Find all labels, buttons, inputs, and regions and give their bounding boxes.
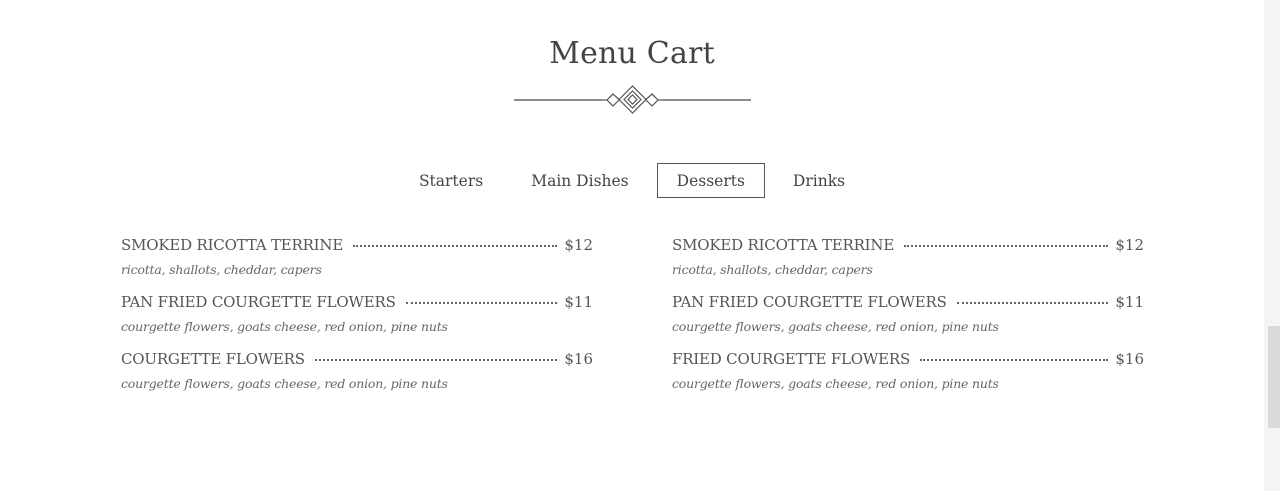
dotted-leader (353, 245, 558, 247)
ornamental-divider-icon (514, 85, 751, 114)
scrollbar[interactable] (1264, 0, 1280, 491)
page-title: Menu Cart (549, 36, 715, 71)
dotted-leader (920, 359, 1109, 361)
dotted-leader (405, 302, 558, 304)
menu-item: SMOKED RICOTTA TERRINE $12 ricotta, shal… (121, 236, 593, 293)
menu-item-name: PAN FRIED COURGETTE FLOWERS (672, 293, 947, 311)
menu-item-description: courgette flowers, goats cheese, red oni… (121, 376, 448, 391)
menu-item: COURGETTE FLOWERS $16 courgette flowers,… (121, 350, 593, 407)
menu-item-name: SMOKED RICOTTA TERRINE (672, 236, 895, 254)
menu-item-name: COURGETTE FLOWERS (121, 350, 305, 368)
menu-item-price: $12 (1115, 236, 1144, 254)
menu-item-price: $11 (564, 293, 593, 311)
tab-desserts[interactable]: Desserts (656, 163, 765, 198)
dotted-leader (956, 302, 1109, 304)
tab-main-dishes[interactable]: Main Dishes (511, 163, 648, 198)
menu-item-price: $12 (564, 236, 593, 254)
menu-item-description: ricotta, shallots, cheddar, capers (672, 262, 873, 277)
menu-item-price: $16 (564, 350, 593, 368)
menu-item-description: courgette flowers, goats cheese, red oni… (672, 376, 999, 391)
menu-item: PAN FRIED COURGETTE FLOWERS $11 courgett… (121, 293, 593, 350)
menu-item-description: courgette flowers, goats cheese, red oni… (672, 319, 999, 334)
dotted-leader (904, 245, 1109, 247)
scrollbar-thumb[interactable] (1268, 326, 1280, 428)
menu-item-name: PAN FRIED COURGETTE FLOWERS (121, 293, 396, 311)
tab-drinks[interactable]: Drinks (773, 163, 865, 198)
menu-item: SMOKED RICOTTA TERRINE $12 ricotta, shal… (672, 236, 1144, 293)
menu-item-description: courgette flowers, goats cheese, red oni… (121, 319, 448, 334)
menu-item-price: $11 (1115, 293, 1144, 311)
menu-item-name: SMOKED RICOTTA TERRINE (121, 236, 344, 254)
menu-item-price: $16 (1115, 350, 1144, 368)
menu-tabs: Starters Main Dishes Desserts Drinks (0, 163, 1264, 198)
menu-item-name: FRIED COURGETTE FLOWERS (672, 350, 911, 368)
menu-column-right: SMOKED RICOTTA TERRINE $12 ricotta, shal… (672, 236, 1144, 407)
menu-column-left: SMOKED RICOTTA TERRINE $12 ricotta, shal… (121, 236, 593, 407)
menu-item: FRIED COURGETTE FLOWERS $16 courgette fl… (672, 350, 1144, 407)
tab-starters[interactable]: Starters (399, 163, 503, 198)
menu-item-description: ricotta, shallots, cheddar, capers (121, 262, 322, 277)
dotted-leader (314, 359, 558, 361)
menu-item: PAN FRIED COURGETTE FLOWERS $11 courgett… (672, 293, 1144, 350)
